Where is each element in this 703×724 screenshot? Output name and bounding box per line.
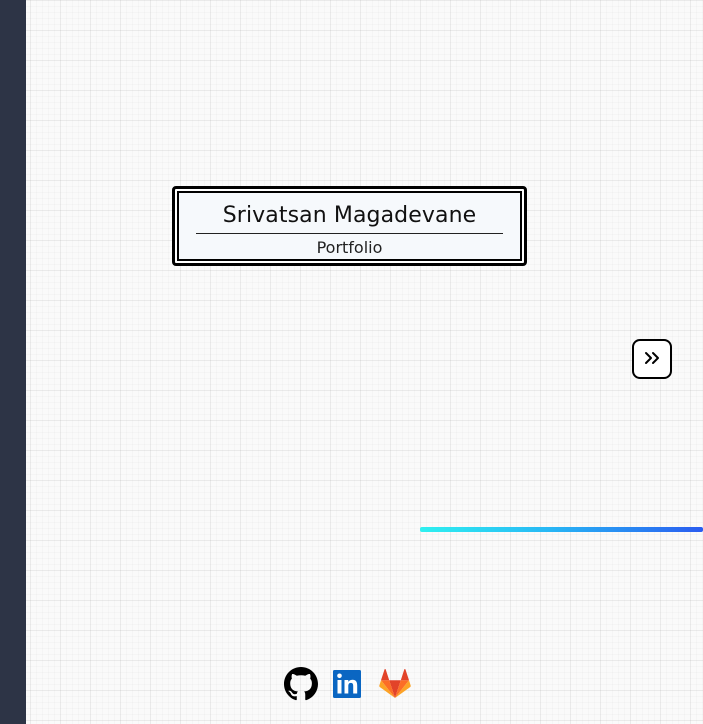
page-subtitle: Portfolio xyxy=(316,238,383,257)
linkedin-icon xyxy=(331,667,365,701)
github-link[interactable] xyxy=(284,667,318,701)
page-title: Srivatsan Magadevane xyxy=(222,203,477,228)
sidebar xyxy=(0,0,26,724)
title-card: Srivatsan Magadevane Portfolio xyxy=(172,186,527,266)
linkedin-link[interactable] xyxy=(331,667,365,701)
next-button[interactable] xyxy=(632,339,672,379)
social-links xyxy=(284,667,412,701)
title-card-inner: Srivatsan Magadevane Portfolio xyxy=(177,191,522,261)
accent-line xyxy=(420,527,703,532)
gitlab-icon xyxy=(378,667,412,701)
title-divider xyxy=(196,233,503,234)
double-chevron-right-icon xyxy=(643,350,661,369)
gitlab-link[interactable] xyxy=(378,667,412,701)
github-icon xyxy=(284,667,318,701)
